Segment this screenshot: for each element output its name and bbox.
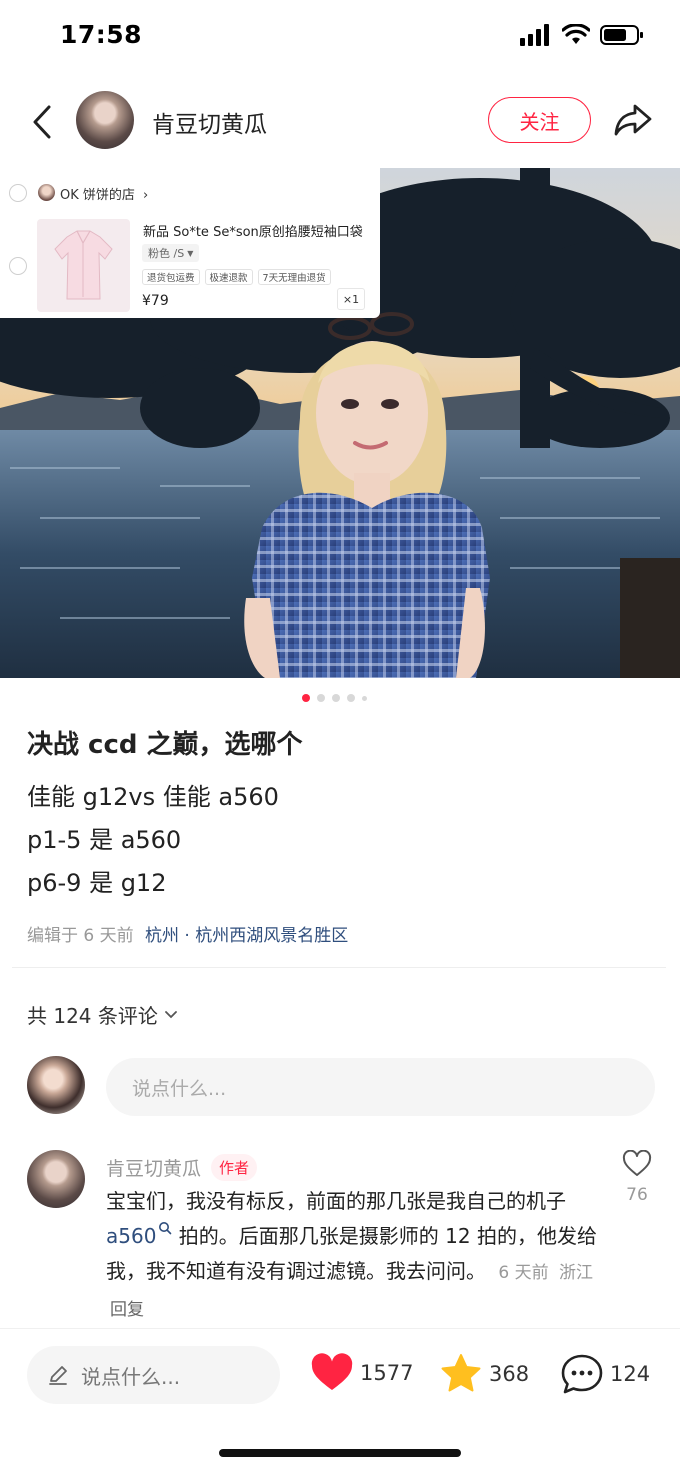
post-edit-time: 编辑于 6 天前 — [27, 926, 134, 946]
product-quantity[interactable]: ×1 — [337, 288, 365, 310]
service-tag: 极速退款 — [204, 269, 253, 285]
bottom-input-placeholder: 说点什么... — [81, 1364, 181, 1389]
service-tag: 7天无理由退货 — [257, 269, 331, 285]
carousel-dot — [362, 695, 367, 701]
comment-author: 肯豆切黄瓜 作者 — [106, 1154, 258, 1181]
post-location-link[interactable]: 杭州 · 杭州西湖风景名胜区 — [145, 926, 348, 946]
product-image[interactable] — [37, 219, 130, 312]
product-variant-select[interactable]: 粉色 /S ▼ — [142, 244, 200, 262]
comment-input[interactable]: 说点什么... — [106, 1058, 655, 1116]
follow-button[interactable]: 关注 — [488, 97, 591, 143]
status-icons — [520, 24, 644, 46]
comment-search-link[interactable]: a560 — [106, 1222, 172, 1248]
post-header: 肯豆切黄瓜 关注 — [0, 80, 680, 162]
product-price: ¥79 — [142, 293, 169, 309]
battery-icon — [600, 25, 643, 45]
comment-count-toggle[interactable]: 共 124 条评论 — [27, 1000, 178, 1029]
wifi-icon — [562, 24, 590, 44]
heart-filled-icon — [311, 1353, 353, 1390]
comment-count-label: 共 124 条评论 — [27, 1004, 158, 1028]
post-body: 佳能 g12vs 佳能 a560 p1-5 是 a560 p6-9 是 g12 — [27, 776, 279, 905]
product-select-radio[interactable] — [9, 257, 27, 275]
caret-down-icon: ▼ — [187, 248, 194, 258]
product-service-tags: 退货包运费 极速退款 7天无理由退货 — [142, 269, 331, 285]
product-card[interactable]: OK 饼饼的店 › 新品 So*te Se*son原创掐腰短袖口袋 粉色 /S … — [0, 168, 380, 318]
shop-name[interactable]: OK 饼饼的店 › — [60, 184, 148, 203]
share-icon — [614, 104, 652, 136]
collect-button[interactable]: 368 — [439, 1353, 529, 1395]
post-body-line: 佳能 g12vs 佳能 a560 — [27, 783, 279, 811]
chevron-down-icon — [164, 1010, 177, 1018]
back-button[interactable] — [24, 102, 60, 142]
heart-outline-icon — [622, 1150, 652, 1176]
share-button[interactable] — [612, 100, 654, 140]
bottom-comment-input[interactable]: 说点什么... — [27, 1346, 280, 1404]
home-indicator[interactable] — [219, 1449, 461, 1457]
post-meta: 编辑于 6 天前 杭州 · 杭州西湖风景名胜区 — [27, 921, 348, 946]
comment-button[interactable]: 124 — [560, 1353, 650, 1395]
shop-select-radio[interactable] — [9, 184, 27, 202]
shop-name-text: OK 饼饼的店 — [60, 188, 135, 203]
post-title: 决战 ccd 之巅，选哪个 — [27, 730, 303, 760]
carousel-dot — [317, 694, 325, 702]
comment-author-name[interactable]: 肯豆切黄瓜 — [106, 1154, 201, 1181]
comment-bubble-icon — [561, 1354, 603, 1394]
status-bar: 17:58 — [0, 0, 680, 74]
shop-avatar — [38, 184, 55, 201]
carousel-indicator — [302, 694, 367, 702]
product-variant-label: 粉色 /S — [148, 247, 185, 260]
author-name[interactable]: 肯豆切黄瓜 — [152, 105, 267, 139]
pencil-icon — [49, 1366, 67, 1385]
my-avatar — [27, 1056, 85, 1114]
author-avatar[interactable] — [76, 91, 134, 149]
comment-location: 浙江 — [558, 1263, 593, 1283]
carousel-dot — [347, 694, 355, 702]
comment-like-button[interactable]: 76 — [619, 1150, 655, 1205]
blouse-illustration — [54, 230, 113, 300]
comment-total-count: 124 — [610, 1362, 651, 1386]
collect-count: 368 — [489, 1362, 530, 1386]
post-body-line: p6-9 是 g12 — [27, 869, 167, 897]
comment-text: 宝宝们，我没有标反，前面的那几张是我自己的机子 a560 拍的。后面那几张是摄影… — [106, 1184, 606, 1328]
comment-text-part: 宝宝们，我没有标反，前面的那几张是我自己的机子 — [106, 1189, 566, 1213]
star-filled-icon — [441, 1354, 481, 1392]
comment-like-count: 76 — [626, 1185, 648, 1205]
comment-author-avatar[interactable] — [27, 1150, 85, 1208]
carousel-dot-active — [302, 694, 310, 702]
like-button[interactable]: 1577 — [310, 1353, 413, 1393]
status-time: 17:58 — [60, 20, 143, 49]
chevron-left-icon — [33, 105, 51, 139]
product-title[interactable]: 新品 So*te Se*son原创掐腰短袖口袋 — [143, 221, 368, 240]
service-tag: 退货包运费 — [142, 269, 200, 285]
comment-search-link-text: a560 — [106, 1224, 157, 1248]
carousel-dot — [332, 694, 340, 702]
like-count: 1577 — [360, 1361, 414, 1385]
chevron-right-icon: › — [143, 188, 149, 203]
author-badge: 作者 — [211, 1154, 258, 1181]
signal-icon — [520, 24, 549, 46]
search-icon — [159, 1222, 172, 1235]
comment-reply-button[interactable]: 回复 — [110, 1300, 144, 1320]
divider — [12, 967, 666, 968]
post-body-line: p1-5 是 a560 — [27, 826, 182, 854]
comment-time: 6 天前 — [498, 1263, 549, 1283]
